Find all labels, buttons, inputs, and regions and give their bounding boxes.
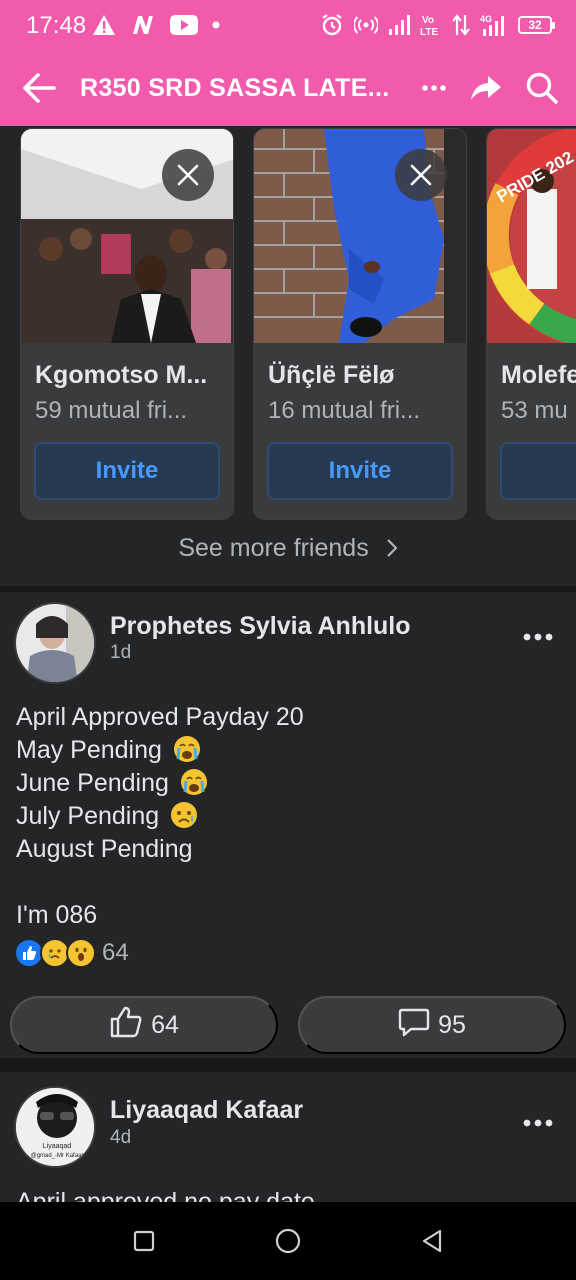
- system-nav-bar: [0, 1202, 576, 1280]
- crying-face-icon: [180, 768, 208, 796]
- home-circle-icon[interactable]: [271, 1224, 305, 1258]
- close-icon[interactable]: [162, 149, 214, 201]
- mutual-friends: 16 mutual fri...: [268, 397, 421, 424]
- post-line: May Pending: [16, 734, 304, 767]
- nav-row: R350 SRD SASSA LATE...: [0, 58, 576, 122]
- back-arrow-icon[interactable]: [20, 68, 60, 108]
- post-body: April Approved Payday 20 May Pending Jun…: [16, 701, 304, 932]
- avatar[interactable]: [14, 602, 96, 684]
- friend-name[interactable]: Kgomotso M...: [35, 361, 207, 390]
- comment-icon: [398, 1006, 430, 1045]
- volte-icon: Vo LTE: [420, 12, 442, 38]
- like-count: 64: [151, 1010, 179, 1039]
- page-title: R350 SRD SASSA LATE...: [80, 74, 390, 102]
- svg-text:Vo: Vo: [422, 15, 434, 26]
- avatar-caption: Liyaaqad: [43, 1143, 72, 1150]
- post-author[interactable]: Liyaaqad Kafaar: [110, 1096, 303, 1125]
- see-more-friends-link[interactable]: See more friends: [0, 534, 576, 565]
- data-arrows-icon: [452, 12, 470, 38]
- suggested-friends-section: Kgomotso M... 59 mutual fri... Invite Üñ…: [0, 126, 576, 586]
- pride-badge-text: PRIDE 202: [494, 147, 576, 206]
- post-more-icon[interactable]: [518, 1108, 558, 1138]
- news-icon: [130, 12, 156, 38]
- post-line: [16, 866, 304, 899]
- search-icon[interactable]: [520, 66, 564, 110]
- chevron-right-icon: [386, 536, 398, 565]
- signal-icon: [388, 12, 410, 38]
- status-bar: 17:48 Vo LTE 4G 32: [0, 0, 576, 52]
- crying-face-icon: [173, 735, 201, 763]
- more-icon[interactable]: [412, 66, 456, 110]
- post-line: August Pending: [16, 833, 304, 866]
- avatar[interactable]: Liyaaqad @gmad_-Mr Kafaar: [14, 1086, 96, 1168]
- close-icon[interactable]: [395, 149, 447, 201]
- post-line: April Approved Payday 20: [16, 701, 304, 734]
- post-line-text: I'm 086: [16, 901, 98, 929]
- post-line: July Pending: [16, 800, 304, 833]
- section-divider: [0, 1058, 576, 1072]
- youtube-icon: [170, 12, 198, 38]
- post-line-text: April Approved Payday 20: [16, 703, 304, 731]
- thumbs-up-icon: [109, 1006, 143, 1045]
- back-triangle-icon[interactable]: [415, 1224, 449, 1258]
- post-line-text: June Pending: [16, 769, 169, 797]
- friend-name[interactable]: Molefe: [501, 361, 576, 390]
- post-line-text: August Pending: [16, 835, 193, 863]
- wow-reaction-icon: [66, 938, 96, 968]
- dot-icon: [212, 12, 220, 38]
- svg-text:LTE: LTE: [420, 27, 438, 37]
- friend-card[interactable]: PRIDE 202 Molefe 53 mu In: [486, 128, 576, 520]
- post-body: April approved no pay date: [16, 1186, 315, 1202]
- post-more-icon[interactable]: [518, 622, 558, 652]
- hotspot-icon: [354, 12, 378, 38]
- app-header: 17:48 Vo LTE 4G 32 R350 SRD SASSA LATE..…: [0, 0, 576, 126]
- post-preview-text: April approved no pay date: [16, 1188, 315, 1202]
- friend-photo: PRIDE 202: [487, 129, 576, 343]
- share-icon[interactable]: [464, 66, 508, 110]
- warning-icon: [92, 12, 116, 38]
- feed-post: Prophetes Sylvia Anhlulo 1d April Approv…: [0, 592, 576, 1058]
- reactions-summary[interactable]: 64: [14, 938, 129, 968]
- see-more-label: See more friends: [178, 534, 369, 562]
- invite-button[interactable]: In: [500, 442, 576, 500]
- 4g-signal-icon: 4G: [480, 12, 508, 38]
- like-button[interactable]: 64: [10, 996, 278, 1054]
- battery-icon: 32: [518, 16, 555, 34]
- battery-level: 32: [528, 18, 542, 32]
- sad-face-icon: [170, 801, 198, 829]
- feed-post: Liyaaqad @gmad_-Mr Kafaar Liyaaqad Kafaa…: [0, 1072, 576, 1202]
- avatar-caption: @gmad_-Mr Kafaar: [31, 1153, 84, 1159]
- friend-card[interactable]: Üñçlë Fëlø 16 mutual fri... Invite: [253, 128, 467, 520]
- mutual-friends: 59 mutual fri...: [35, 397, 188, 424]
- mutual-friends: 53 mu: [501, 397, 568, 424]
- post-time[interactable]: 4d: [110, 1127, 131, 1149]
- invite-button[interactable]: Invite: [267, 442, 453, 500]
- friend-name[interactable]: Üñçlë Fëlø: [268, 361, 394, 390]
- friend-card[interactable]: Kgomotso M... 59 mutual fri... Invite: [20, 128, 234, 520]
- invite-button[interactable]: Invite: [34, 442, 220, 500]
- recents-square-icon[interactable]: [127, 1224, 161, 1258]
- post-line: June Pending: [16, 767, 304, 800]
- status-time: 17:48: [26, 12, 87, 39]
- comment-button[interactable]: 95: [298, 996, 566, 1054]
- comment-count: 95: [438, 1010, 466, 1039]
- post-author[interactable]: Prophetes Sylvia Anhlulo: [110, 612, 411, 641]
- reaction-count: 64: [102, 939, 129, 966]
- post-line: I'm 086: [16, 899, 304, 932]
- post-time[interactable]: 1d: [110, 642, 131, 664]
- post-line-text: May Pending: [16, 736, 162, 764]
- alarm-icon: [320, 12, 344, 38]
- svg-text:4G: 4G: [480, 14, 492, 24]
- post-line-text: July Pending: [16, 802, 160, 830]
- post-line: April approved no pay date: [16, 1186, 315, 1202]
